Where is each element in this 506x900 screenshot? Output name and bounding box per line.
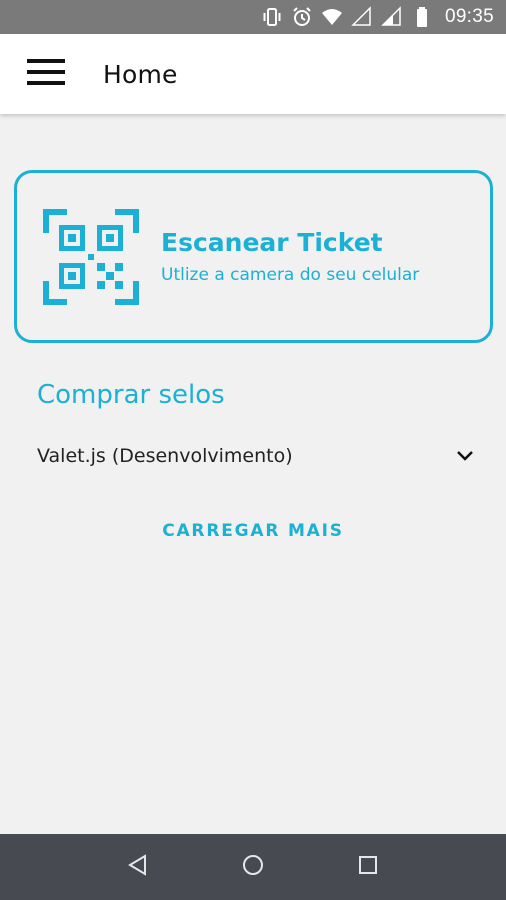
home-icon xyxy=(241,853,265,882)
vibrate-icon xyxy=(261,6,283,28)
screen: 09:35 Home Escanear Ticket Utlize a came… xyxy=(0,0,506,900)
scan-card-subtitle: Utlize a camera do seu celular xyxy=(161,265,420,285)
page-title: Home xyxy=(103,59,178,89)
signal-icon xyxy=(351,6,373,28)
home-button[interactable] xyxy=(233,847,273,887)
recents-icon xyxy=(356,853,380,882)
scan-card-title: Escanear Ticket xyxy=(161,228,383,257)
list-item-label: Valet.js (Desenvolvimento) xyxy=(37,445,293,467)
app-bar: Home xyxy=(0,34,506,114)
back-icon xyxy=(126,853,150,882)
scan-ticket-card[interactable]: Escanear Ticket Utlize a camera do seu c… xyxy=(14,170,493,343)
battery-icon xyxy=(411,6,433,28)
load-more-button[interactable]: CARREGAR MAIS xyxy=(0,515,506,547)
qr-scan-icon xyxy=(43,208,139,305)
chevron-down-icon xyxy=(453,444,477,468)
signal-icon xyxy=(381,6,403,28)
back-button[interactable] xyxy=(118,847,158,887)
menu-icon xyxy=(26,57,66,92)
alarm-icon xyxy=(291,6,313,28)
status-bar: 09:35 xyxy=(0,0,506,34)
section-title: Comprar selos xyxy=(37,380,225,410)
menu-button[interactable] xyxy=(23,51,69,97)
list-item[interactable]: Valet.js (Desenvolvimento) xyxy=(37,436,477,476)
system-nav-bar xyxy=(0,834,506,900)
scan-card-text: Escanear Ticket Utlize a camera do seu c… xyxy=(161,228,419,285)
wifi-icon xyxy=(321,6,343,28)
recents-button[interactable] xyxy=(348,847,388,887)
status-time: 09:35 xyxy=(444,6,494,27)
